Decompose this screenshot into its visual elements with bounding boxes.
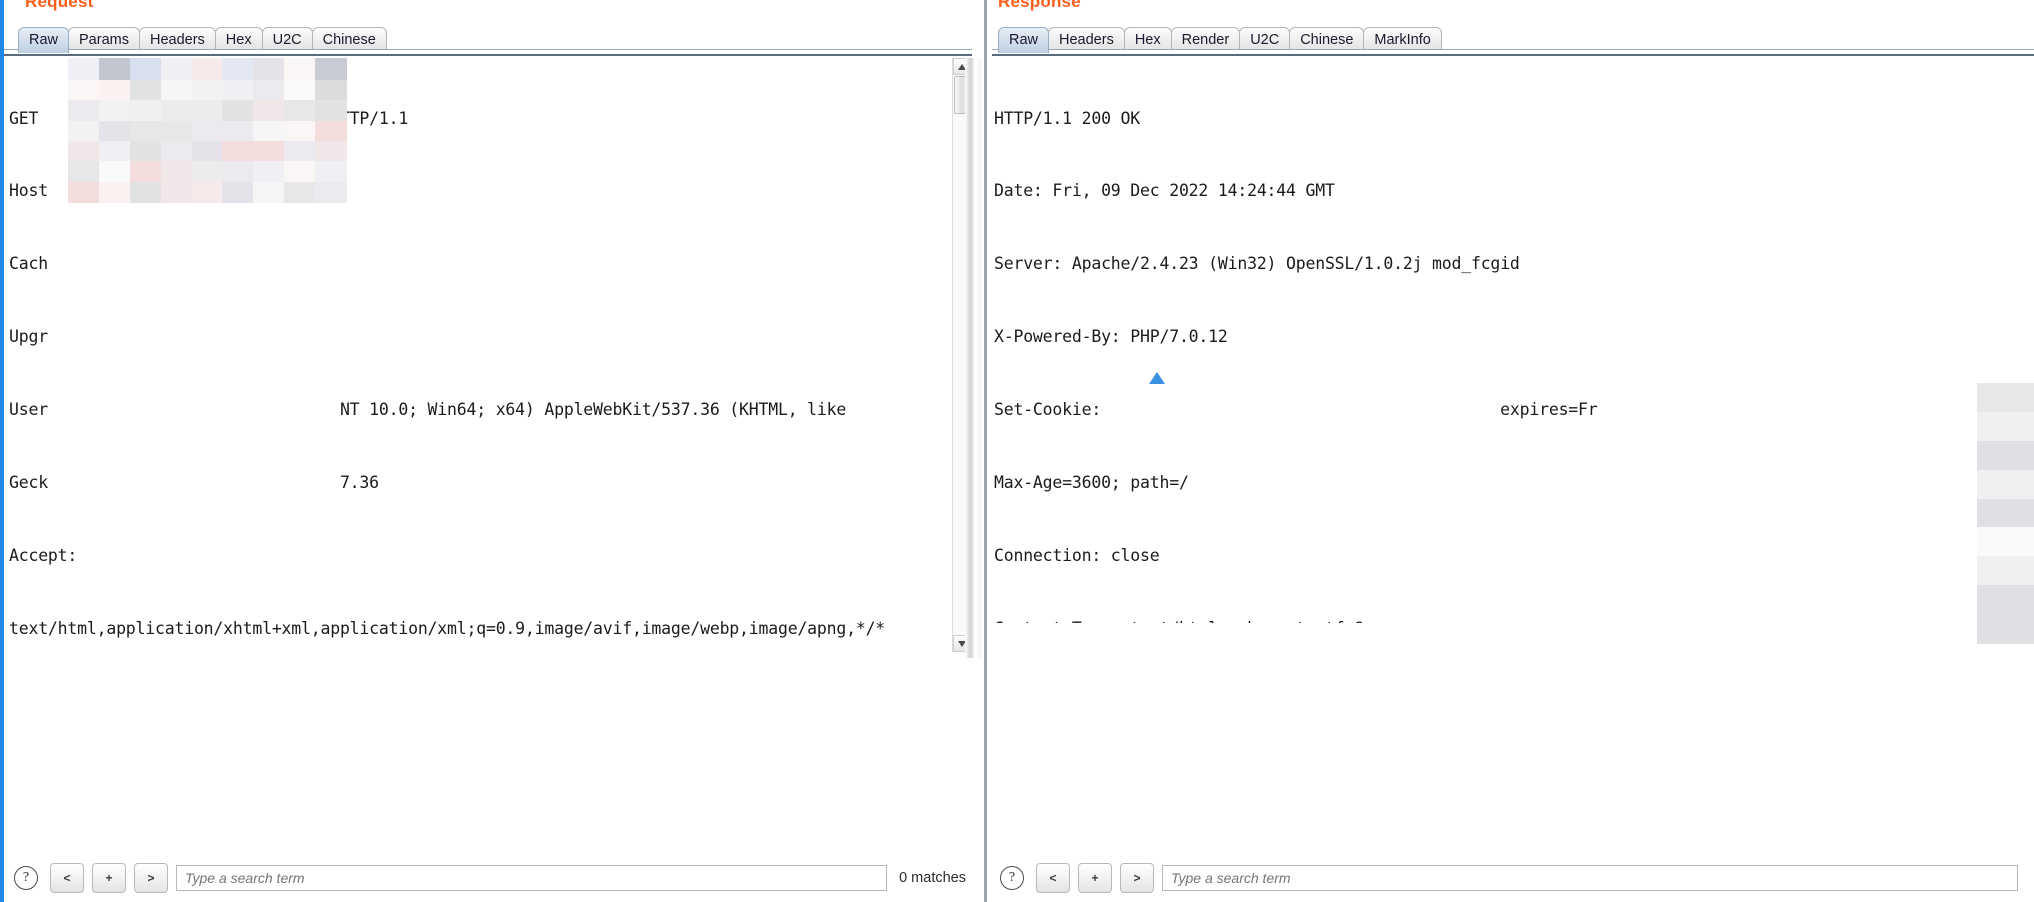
response-line: Connection: close bbox=[994, 545, 1160, 565]
response-search-input[interactable] bbox=[1162, 865, 2018, 891]
request-match-count: 0 matches bbox=[899, 870, 966, 886]
response-tab-underline bbox=[992, 49, 2034, 56]
request-line: Accept: bbox=[9, 545, 78, 565]
search-next-button[interactable]: > bbox=[1120, 863, 1154, 893]
response-divider-rail bbox=[984, 0, 987, 902]
search-prev-button[interactable]: < bbox=[50, 863, 84, 893]
tab-request-raw[interactable]: Raw bbox=[18, 27, 70, 53]
request-accent-rail bbox=[0, 0, 4, 902]
response-line: Content-Type: text/html; charset=utf-8 bbox=[994, 617, 2034, 623]
request-panel: Request Raw Params Headers Hex U2C Chine… bbox=[0, 0, 982, 902]
search-add-button[interactable]: + bbox=[1078, 863, 1112, 893]
request-line: User NT 10.0; Win64; x64) AppleWebKit/53… bbox=[9, 400, 847, 420]
response-search-bar: ? < + > bbox=[992, 854, 2026, 902]
response-panel: Response Raw Headers Hex Render U2C Chin… bbox=[984, 0, 2034, 902]
tab-response-raw[interactable]: Raw bbox=[998, 27, 1050, 53]
request-search-input[interactable] bbox=[176, 865, 888, 891]
request-search-bar: ? < + > 0 matches bbox=[6, 854, 974, 902]
response-line: Date: Fri, 09 Dec 2022 14:24:44 GMT bbox=[994, 181, 1335, 201]
response-line: Set-Cookie: expires=Fr bbox=[994, 400, 1598, 420]
request-line: text/html,application/xhtml+xml,applicat… bbox=[9, 618, 886, 638]
request-tab-underline bbox=[4, 49, 972, 56]
response-line: Server: Apache/2.4.23 (Win32) OpenSSL/1.… bbox=[994, 254, 1520, 274]
request-panel-divider bbox=[962, 58, 984, 658]
response-line: X-Powered-By: PHP/7.0.12 bbox=[994, 327, 1228, 347]
request-panel-title: Request bbox=[25, 0, 94, 11]
response-line: Max-Age=3600; path=/ bbox=[994, 473, 1189, 493]
search-next-button[interactable]: > bbox=[134, 863, 168, 893]
help-icon[interactable]: ? bbox=[1000, 866, 1024, 890]
response-panel-title: Response bbox=[998, 0, 1081, 11]
request-line: Upgr bbox=[9, 327, 48, 347]
request-redaction-overlay bbox=[68, 58, 347, 81]
request-line: Geck 7.36 bbox=[9, 473, 379, 493]
search-prev-button[interactable]: < bbox=[1036, 863, 1070, 893]
text-caret-icon bbox=[1149, 372, 1165, 384]
response-body-redaction-overlay bbox=[1977, 383, 2034, 644]
response-raw-text[interactable]: HTTP/1.1 200 OK Date: Fri, 09 Dec 2022 1… bbox=[994, 58, 2034, 623]
request-redaction-overlay-lower bbox=[68, 80, 347, 203]
response-line: HTTP/1.1 200 OK bbox=[994, 108, 1141, 128]
search-add-button[interactable]: + bbox=[92, 863, 126, 893]
help-icon[interactable]: ? bbox=[14, 866, 38, 890]
request-line: Cach bbox=[9, 254, 48, 274]
